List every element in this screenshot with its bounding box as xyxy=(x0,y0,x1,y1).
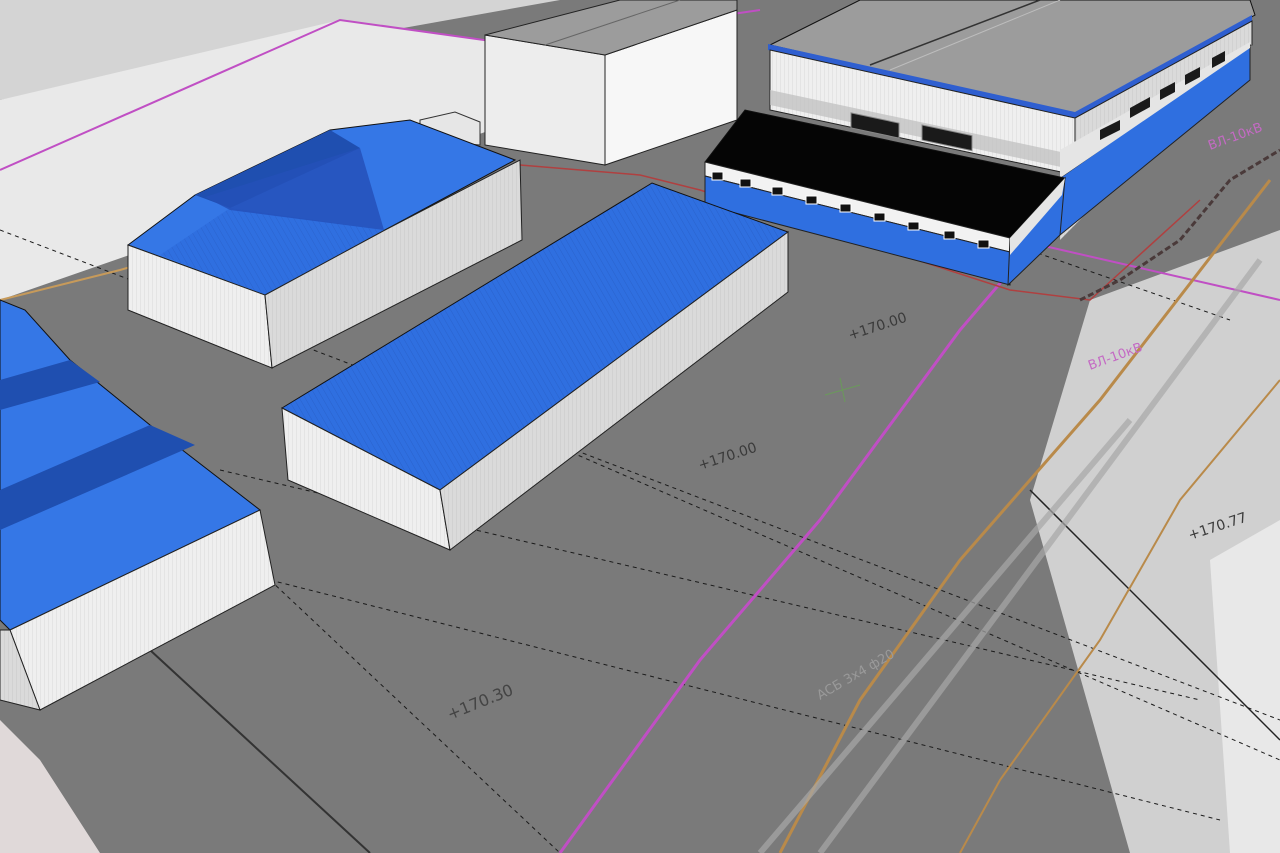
elevation-label-3: +170.30 xyxy=(444,680,515,724)
building-white-box[interactable] xyxy=(484,0,738,166)
elevation-label-2: +170.00 xyxy=(696,440,759,474)
axis-marker-icon xyxy=(824,377,861,403)
solid-edge-line xyxy=(149,649,371,853)
elevation-label-1: +170.00 xyxy=(846,310,909,344)
map-label-cable: АСБ 3x4 ф20 xyxy=(815,647,898,704)
building-gabled-lower[interactable] xyxy=(0,299,276,711)
map-sheet-bottom-left xyxy=(0,720,100,853)
3d-site-scene: ВЛ-10кВ ВЛ-10кВ АСБ 3x4 ф20 +170.00 +170… xyxy=(0,0,1280,853)
map-label-vl-2: ВЛ-10кВ xyxy=(1206,120,1264,153)
